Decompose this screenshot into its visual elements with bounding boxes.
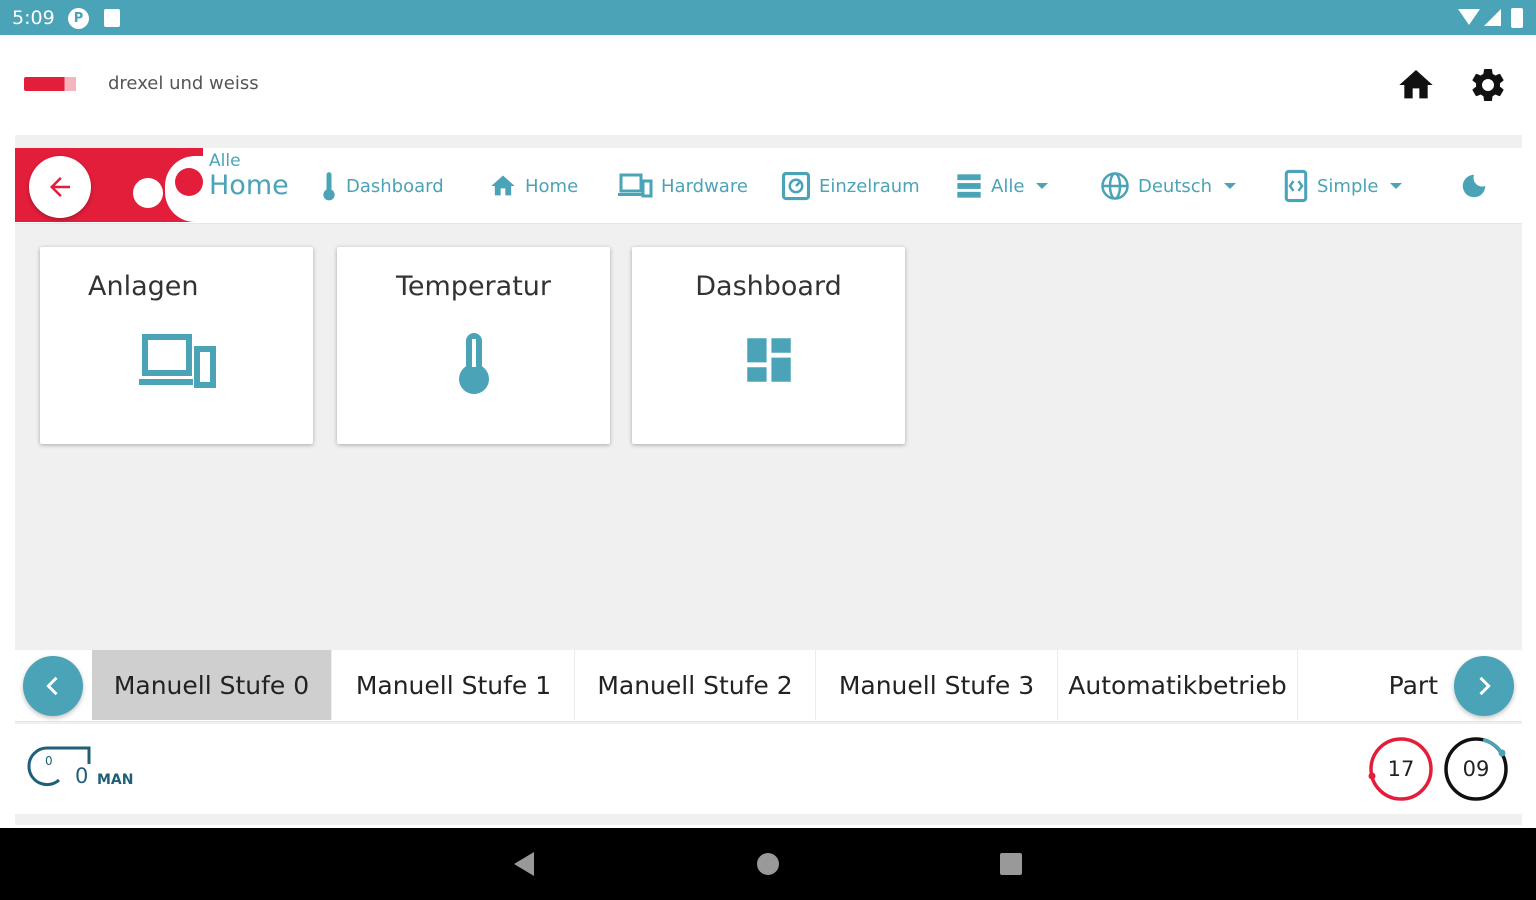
view-mode-label: Simple (1317, 175, 1379, 197)
system-recents-icon[interactable] (1000, 853, 1022, 875)
nav-dashboard[interactable]: Dashboard (320, 170, 444, 202)
chevron-right-icon (1479, 676, 1491, 696)
room-icon (781, 171, 811, 201)
card-title: Anlagen (88, 271, 199, 302)
fan-inner-value: 0 (45, 754, 53, 768)
wifi-icon (1458, 9, 1480, 25)
card-title: Temperatur (395, 271, 551, 302)
chevron-down-icon (1036, 183, 1049, 189)
brand-panel-blob (175, 168, 203, 196)
nav-hardware[interactable]: Hardware (617, 170, 748, 202)
gauge-2: 09 (1443, 736, 1509, 802)
system-navigation-bar (0, 828, 1536, 900)
home-button[interactable] (1396, 65, 1436, 105)
globe-icon (1101, 172, 1129, 200)
sd-card-icon (104, 9, 120, 27)
chevron-left-icon (46, 676, 58, 696)
devices-icon (618, 173, 653, 198)
status-footer: 0 0 MAN 17 09 (15, 724, 1522, 814)
home-icon (1399, 70, 1433, 99)
navigation-bar: Alle Home Dashboard Home Hardware Einzel… (15, 148, 1522, 224)
language-dropdown[interactable]: Deutsch (1100, 170, 1237, 202)
page-title: Home (209, 170, 289, 201)
mode-selector: Manuell Stufe 0 Manuell Stufe 1 Manuell … (15, 650, 1522, 722)
nav-alle-dropdown[interactable]: Alle (955, 170, 1049, 202)
gauge-1-value: 17 (1387, 757, 1415, 781)
brand-logo-text: drexel und weiss (108, 73, 259, 94)
mode-button-5[interactable]: Part (1298, 650, 1440, 720)
brand-logo-mark (24, 76, 98, 91)
brand-panel-dot (133, 178, 163, 208)
gear-icon (1472, 68, 1504, 101)
brand-panel (15, 148, 225, 222)
card-anlagen[interactable]: Anlagen (40, 247, 313, 444)
mode-button-3[interactable]: Manuell Stufe 3 (816, 650, 1058, 720)
thermometer-icon (458, 333, 489, 394)
nav-home-label: Home (525, 175, 579, 197)
swap-icon (1284, 169, 1308, 203)
list-icon (957, 174, 981, 198)
fan-level: 0 (75, 764, 89, 788)
card-icon-wrap (632, 331, 905, 389)
nav-home[interactable]: Home (489, 170, 578, 202)
thermometer-icon (323, 172, 335, 201)
nav-einzelraum[interactable]: Einzelraum (781, 170, 920, 202)
card-temperatur[interactable]: Temperatur (337, 247, 610, 444)
scroll-left-button[interactable] (23, 656, 83, 716)
gauge-2-value: 09 (1462, 757, 1490, 781)
notification-icon: P (68, 8, 89, 29)
nav-hardware-label: Hardware (661, 175, 748, 197)
mode-button-0[interactable]: Manuell Stufe 0 (92, 650, 332, 720)
status-time: 5:09 (12, 7, 55, 29)
nav-alle-label: Alle (991, 175, 1025, 197)
system-home-icon[interactable] (757, 853, 779, 875)
battery-icon (1511, 8, 1523, 28)
chevron-down-icon (1224, 183, 1237, 189)
card-dashboard[interactable]: Dashboard (632, 247, 905, 444)
mode-button-2[interactable]: Manuell Stufe 2 (575, 650, 816, 720)
chevron-down-icon (1390, 183, 1403, 189)
language-label: Deutsch (1138, 175, 1213, 197)
arrow-left-icon (50, 177, 70, 197)
brand-logo: drexel und weiss (24, 73, 259, 94)
dark-mode-toggle[interactable] (1459, 171, 1489, 205)
card-icon-wrap (40, 331, 313, 391)
breadcrumb-parent[interactable]: Alle (209, 152, 289, 170)
moon-icon (1462, 174, 1486, 198)
card-icon-wrap (337, 331, 610, 395)
breadcrumb: Alle Home (209, 152, 289, 202)
system-back-icon[interactable] (514, 852, 534, 876)
card-title: Dashboard (695, 271, 842, 302)
signal-icon (1484, 9, 1501, 26)
mode-button-4[interactable]: Automatikbetrieb (1058, 650, 1298, 720)
devices-icon (138, 334, 216, 388)
back-button[interactable] (29, 156, 91, 218)
nav-einzelraum-label: Einzelraum (819, 175, 920, 197)
app-bar: drexel und weiss (0, 35, 1536, 135)
scroll-right-button[interactable] (1454, 656, 1514, 716)
settings-button[interactable] (1468, 65, 1508, 105)
status-bar: 5:09 P (0, 0, 1536, 35)
home-icon (491, 175, 515, 196)
view-mode-dropdown[interactable]: Simple (1283, 169, 1403, 203)
fan-mode: MAN (97, 772, 134, 788)
dashboard-icon (746, 338, 791, 382)
nav-dashboard-label: Dashboard (346, 175, 444, 197)
gauge-1: 17 (1368, 736, 1434, 802)
mode-button-1[interactable]: Manuell Stufe 1 (333, 650, 575, 720)
